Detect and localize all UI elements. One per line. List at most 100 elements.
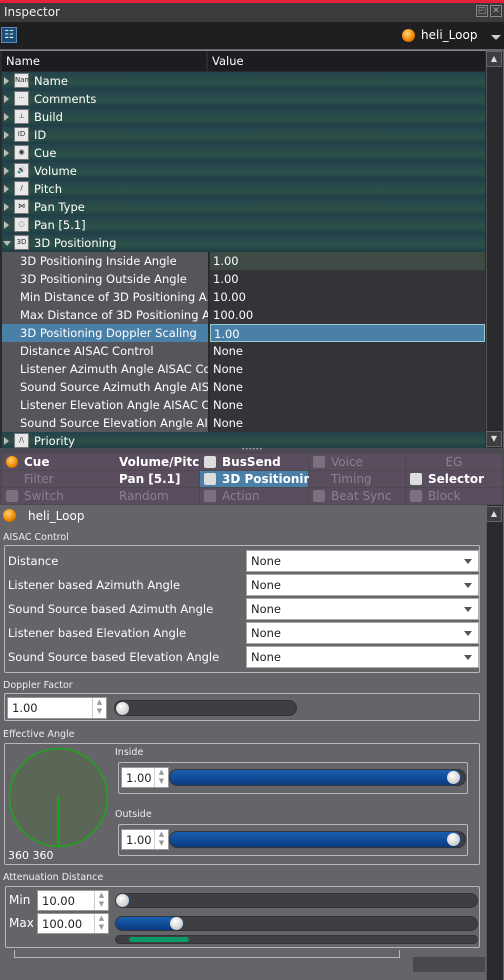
tab-3d-positioning[interactable]: 3D Positioning	[200, 471, 321, 487]
category-row[interactable]: ⊥ Build	[2, 108, 485, 126]
spinner-arrows-icon[interactable]: ▲ ▼	[94, 914, 108, 933]
scroll-up-button[interactable]: ▲	[486, 51, 502, 67]
aisac-dropdown[interactable]: None	[246, 574, 479, 596]
property-row[interactable]: 3D Positioning Inside Angle 1.00	[2, 252, 485, 270]
property-row[interactable]: Sound Source Elevation Angle AI... None	[2, 414, 485, 432]
property-value[interactable]: 1.00	[210, 270, 485, 288]
min-spinner[interactable]: 10.00 ▲ ▼	[37, 890, 109, 911]
expand-icon[interactable]	[4, 185, 9, 193]
max-spinner[interactable]: 100.00 ▲ ▼	[37, 913, 109, 934]
property-row[interactable]: Sound Source Azimuth Angle AIS... None	[2, 378, 485, 396]
slider-knob[interactable]	[116, 894, 129, 907]
tab-block[interactable]: Block	[406, 488, 502, 504]
property-value[interactable]: None	[210, 342, 485, 360]
collapse-icon[interactable]	[3, 241, 11, 246]
outside-spinner[interactable]: 1.00 ▲ ▼	[121, 829, 169, 850]
property-row[interactable]: 3D Positioning Outside Angle 1.00	[2, 270, 485, 288]
category-row[interactable]: / Pitch	[2, 180, 485, 198]
max-slider[interactable]	[115, 916, 478, 931]
property-name: Distance AISAC Control	[2, 342, 208, 360]
property-value[interactable]: 100.00	[210, 306, 485, 324]
tab-label: Beat Sync	[331, 489, 392, 503]
distance-range-bar	[115, 935, 478, 944]
property-value[interactable]: 10.00	[210, 288, 485, 306]
category-row[interactable]: ID ID	[2, 126, 485, 144]
tab-icon	[410, 490, 422, 502]
property-value[interactable]: 1.00	[210, 324, 485, 342]
panel-scroll-up-button[interactable]: ▲	[486, 506, 502, 522]
property-name: 3D Positioning Doppler Scaling	[2, 324, 208, 342]
tab-cue[interactable]: Cue	[2, 454, 97, 470]
object-dropdown-icon[interactable]	[491, 35, 501, 40]
effective-angle-title: Effective Angle	[3, 729, 75, 740]
doppler-spinner[interactable]: 1.00 ▲ ▼	[7, 697, 107, 719]
min-slider[interactable]	[115, 893, 478, 908]
list-view-icon[interactable]: ☷	[1, 27, 17, 43]
tab-random[interactable]: Random	[97, 488, 199, 504]
inside-spinner[interactable]: 1.00 ▲ ▼	[121, 767, 169, 788]
expand-icon[interactable]	[4, 131, 9, 139]
inside-slider[interactable]	[169, 769, 466, 786]
property-value[interactable]: 1.00	[210, 252, 485, 270]
tab-voice[interactable]: Voice	[309, 454, 405, 470]
property-row[interactable]: Min Distance of 3D Positioning A... 10.00	[2, 288, 485, 306]
expand-icon[interactable]	[4, 221, 9, 229]
property-value[interactable]: None	[210, 396, 485, 414]
category-row[interactable]: ◉ Cue	[2, 144, 485, 162]
slider-knob[interactable]	[447, 833, 460, 846]
expand-icon[interactable]	[4, 149, 9, 157]
tab-action[interactable]: Action	[200, 488, 308, 504]
tab-pan-5-1-[interactable]: Pan [5.1]	[97, 471, 199, 487]
panel-scrollbar[interactable]	[486, 505, 503, 980]
expand-icon[interactable]	[4, 113, 9, 121]
table-scrollbar[interactable]	[486, 51, 503, 448]
slider-knob[interactable]	[447, 771, 460, 784]
spinner-arrows-icon[interactable]: ▲ ▼	[94, 891, 108, 910]
spinner-arrows-icon[interactable]: ▲ ▼	[154, 830, 168, 849]
tab-label: Switch	[24, 489, 64, 503]
header-name[interactable]: Name	[2, 51, 206, 71]
expand-icon[interactable]	[4, 167, 9, 175]
close-icon[interactable]: ✕	[490, 5, 502, 17]
expand-icon[interactable]	[4, 203, 9, 211]
property-value[interactable]: None	[210, 378, 485, 396]
property-row[interactable]: Listener Azimuth Angle AISAC Co... None	[2, 360, 485, 378]
property-row[interactable]: Listener Elevation Angle AISAC C... None	[2, 396, 485, 414]
category-row[interactable]: ◌ Pan [5.1]	[2, 216, 485, 234]
aisac-dropdown[interactable]: None	[246, 598, 479, 620]
spinner-arrows-icon[interactable]: ▲ ▼	[154, 768, 168, 787]
aisac-dropdown[interactable]: None	[246, 550, 479, 572]
doppler-slider[interactable]	[114, 700, 297, 716]
property-row[interactable]: 3D Positioning Doppler Scaling 1.00	[2, 324, 485, 342]
category-row[interactable]: Name Name	[2, 72, 485, 90]
property-value[interactable]: None	[210, 414, 485, 432]
tab-bussend[interactable]: BusSend	[200, 454, 308, 470]
tab-eg[interactable]: EG	[406, 454, 502, 470]
aisac-dropdown[interactable]: None	[246, 622, 479, 644]
float-icon[interactable]: ◰	[476, 5, 488, 17]
header-value[interactable]: Value	[208, 51, 485, 71]
aisac-dropdown[interactable]: None	[246, 646, 479, 668]
slider-knob[interactable]	[169, 917, 183, 930]
category-row[interactable]: ⋈ Pan Type	[2, 198, 485, 216]
category-row[interactable]: ··· Comments	[2, 90, 485, 108]
tab-timing[interactable]: Timing	[309, 471, 405, 487]
tab-switch[interactable]: Switch	[2, 488, 97, 504]
tab-selector[interactable]: Selector	[406, 471, 502, 487]
property-row[interactable]: Max Distance of 3D Positioning A... 100.0…	[2, 306, 485, 324]
tab-filter[interactable]: Filter	[2, 471, 97, 487]
slider-knob[interactable]	[116, 702, 129, 715]
expand-icon[interactable]	[4, 437, 9, 445]
category-row[interactable]: 3D 3D Positioning	[2, 234, 485, 252]
max-value: 100.00	[42, 917, 83, 931]
spinner-arrows-icon[interactable]: ▲ ▼	[92, 698, 106, 718]
expand-icon[interactable]	[4, 77, 9, 85]
property-row[interactable]: Distance AISAC Control None	[2, 342, 485, 360]
tab-volume-pitch[interactable]: Volume/Pitch	[97, 454, 208, 470]
tab-beat-sync[interactable]: Beat Sync	[309, 488, 405, 504]
category-row[interactable]: 🔊 Volume	[2, 162, 485, 180]
property-value[interactable]: None	[210, 360, 485, 378]
expand-icon[interactable]	[4, 95, 9, 103]
scroll-down-button[interactable]: ▼	[486, 431, 502, 447]
outside-slider[interactable]	[169, 831, 466, 848]
